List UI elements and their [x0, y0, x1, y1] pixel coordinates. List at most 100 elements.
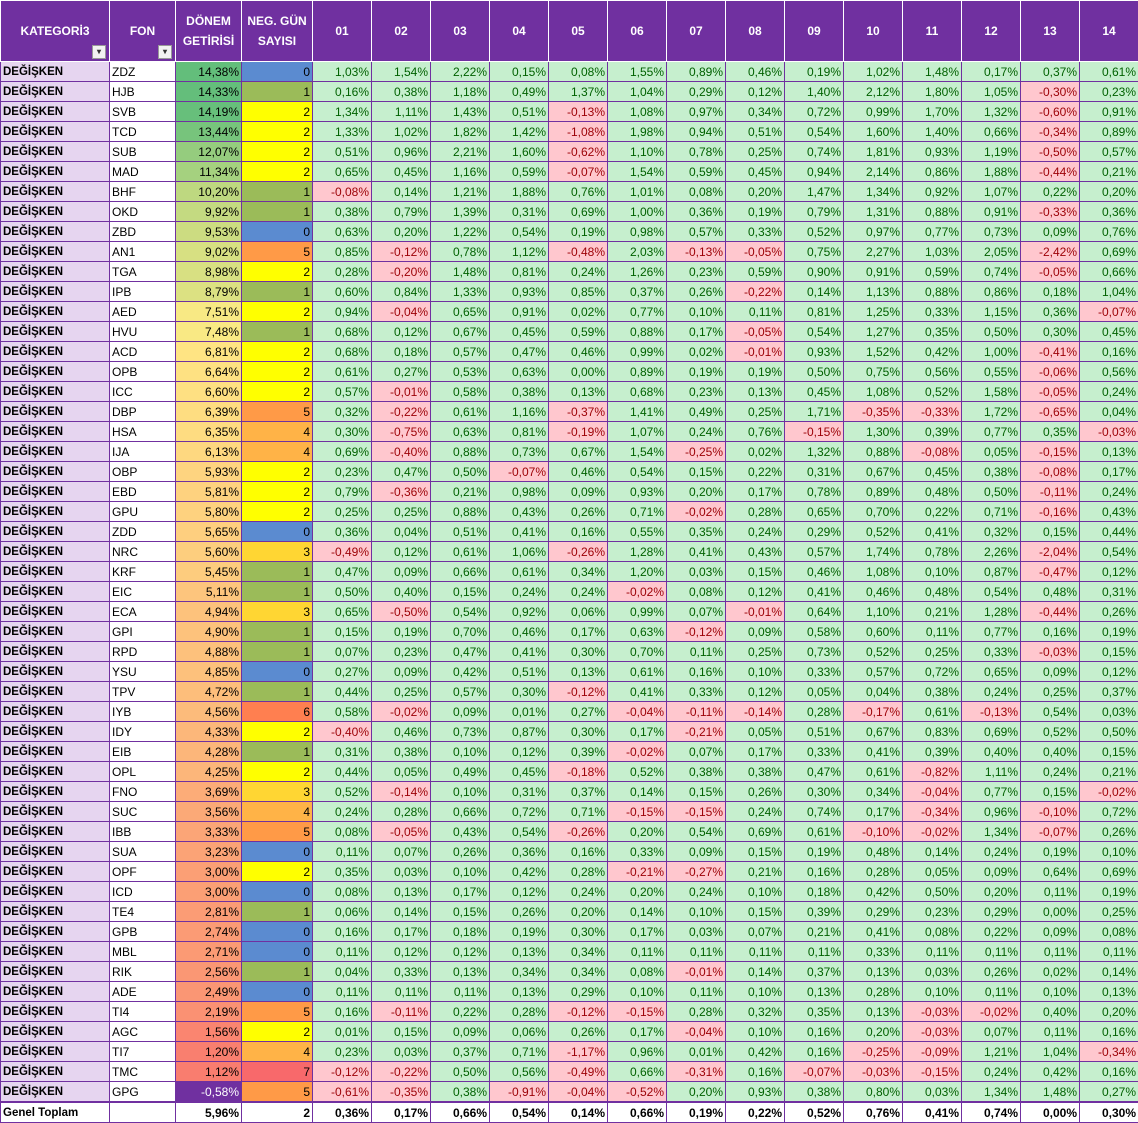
- daily-return-cell: 1,40%: [785, 82, 844, 102]
- daily-return-cell: 0,10%: [431, 742, 490, 762]
- category-cell: DEĞİŞKEN: [1, 182, 110, 202]
- daily-return-cell: -0,07%: [490, 462, 549, 482]
- daily-return-cell: 0,59%: [549, 322, 608, 342]
- daily-return-cell: 0,67%: [844, 722, 903, 742]
- daily-return-cell: 0,17%: [549, 622, 608, 642]
- category-cell: DEĞİŞKEN: [1, 1082, 110, 1103]
- daily-return-cell: 1,40%: [903, 122, 962, 142]
- table-row: DEĞİŞKENSVB14,19%21,34%1,11%1,43%0,51%-0…: [1, 102, 1138, 122]
- period-return-cell: 4,56%: [176, 702, 242, 722]
- daily-return-cell: 0,30%: [313, 422, 372, 442]
- category-cell: DEĞİŞKEN: [1, 802, 110, 822]
- daily-return-cell: 0,35%: [313, 862, 372, 882]
- daily-return-cell: 0,68%: [313, 322, 372, 342]
- daily-return-cell: -0,13%: [962, 702, 1021, 722]
- daily-return-cell: 0,77%: [962, 422, 1021, 442]
- daily-return-cell: 0,72%: [1080, 802, 1138, 822]
- daily-return-cell: 0,48%: [1021, 582, 1080, 602]
- table-row: DEĞİŞKENSUB12,07%20,51%0,96%2,21%1,60%-0…: [1, 142, 1138, 162]
- table-row: DEĞİŞKENMAD11,34%20,65%0,45%1,16%0,59%-0…: [1, 162, 1138, 182]
- daily-return-cell: 1,47%: [785, 182, 844, 202]
- daily-return-cell: 0,07%: [667, 602, 726, 622]
- daily-return-cell: 0,38%: [903, 682, 962, 702]
- total-daily-return: 0,41%: [903, 1102, 962, 1123]
- daily-return-cell: 0,47%: [313, 562, 372, 582]
- daily-return-cell: 0,11%: [313, 842, 372, 862]
- daily-return-cell: 0,41%: [490, 642, 549, 662]
- daily-return-cell: 0,91%: [844, 262, 903, 282]
- daily-return-cell: 0,38%: [372, 82, 431, 102]
- daily-return-cell: 0,33%: [785, 662, 844, 682]
- daily-return-cell: -0,05%: [726, 322, 785, 342]
- daily-return-cell: 0,12%: [372, 942, 431, 962]
- category-cell: DEĞİŞKEN: [1, 622, 110, 642]
- negative-days-cell: 7: [242, 1062, 313, 1082]
- daily-return-cell: 0,19%: [667, 362, 726, 382]
- daily-return-cell: 0,15%: [490, 62, 549, 82]
- daily-return-cell: 0,33%: [903, 302, 962, 322]
- table-row: DEĞİŞKENFNO3,69%30,52%-0,14%0,10%0,31%0,…: [1, 782, 1138, 802]
- daily-return-cell: 0,43%: [726, 542, 785, 562]
- table-row: DEĞİŞKENTPV4,72%10,44%0,25%0,57%0,30%-0,…: [1, 682, 1138, 702]
- header-day-05: 05: [549, 1, 608, 62]
- daily-return-cell: -0,18%: [549, 762, 608, 782]
- daily-return-cell: 1,82%: [431, 122, 490, 142]
- period-return-cell: 5,65%: [176, 522, 242, 542]
- header-fon: FON▾: [110, 1, 176, 62]
- daily-return-cell: 0,57%: [785, 542, 844, 562]
- header-kategori-label: KATEGORİ3: [20, 24, 89, 38]
- filter-dropdown-icon[interactable]: ▾: [158, 45, 172, 59]
- table-row: DEĞİŞKENOPB6,64%20,61%0,27%0,53%0,63%0,0…: [1, 362, 1138, 382]
- daily-return-cell: -0,08%: [903, 442, 962, 462]
- negative-days-cell: 5: [242, 822, 313, 842]
- daily-return-cell: 0,66%: [962, 122, 1021, 142]
- table-body: DEĞİŞKENZDZ14,38%01,03%1,54%2,22%0,15%0,…: [1, 62, 1138, 1123]
- negative-days-cell: 5: [242, 402, 313, 422]
- daily-return-cell: 0,60%: [313, 282, 372, 302]
- daily-return-cell: -0,02%: [608, 582, 667, 602]
- daily-return-cell: 0,77%: [608, 302, 667, 322]
- negative-days-cell: 0: [242, 922, 313, 942]
- filter-dropdown-icon[interactable]: ▾: [92, 45, 106, 59]
- daily-return-cell: -0,07%: [785, 1062, 844, 1082]
- daily-return-cell: 0,57%: [667, 222, 726, 242]
- daily-return-cell: 0,54%: [490, 822, 549, 842]
- daily-return-cell: -0,41%: [1021, 342, 1080, 362]
- header-day-02: 02: [372, 1, 431, 62]
- daily-return-cell: 0,89%: [1080, 122, 1138, 142]
- daily-return-cell: 0,28%: [785, 702, 844, 722]
- fund-code-cell: AN1: [110, 242, 176, 262]
- daily-return-cell: 0,45%: [726, 162, 785, 182]
- daily-return-cell: 0,15%: [667, 462, 726, 482]
- table-row: DEĞİŞKENMBL2,71%00,11%0,12%0,12%0,13%0,3…: [1, 942, 1138, 962]
- negative-days-cell: 2: [242, 342, 313, 362]
- total-daily-return: 0,30%: [1080, 1102, 1138, 1123]
- category-cell: DEĞİŞKEN: [1, 1002, 110, 1022]
- period-return-cell: 3,69%: [176, 782, 242, 802]
- daily-return-cell: 0,27%: [549, 702, 608, 722]
- daily-return-cell: 0,73%: [490, 442, 549, 462]
- daily-return-cell: 0,17%: [608, 722, 667, 742]
- fund-code-cell: GPU: [110, 502, 176, 522]
- fund-code-cell: TE4: [110, 902, 176, 922]
- daily-return-cell: 1,41%: [608, 402, 667, 422]
- daily-return-cell: 0,92%: [903, 182, 962, 202]
- daily-return-cell: 1,60%: [490, 142, 549, 162]
- daily-return-cell: 0,51%: [490, 662, 549, 682]
- fund-code-cell: ACD: [110, 342, 176, 362]
- daily-return-cell: 0,88%: [903, 202, 962, 222]
- table-row: DEĞİŞKENHVU7,48%10,68%0,12%0,67%0,45%0,5…: [1, 322, 1138, 342]
- daily-return-cell: 0,91%: [1080, 102, 1138, 122]
- daily-return-cell: 0,14%: [608, 902, 667, 922]
- daily-return-cell: 0,20%: [608, 882, 667, 902]
- daily-return-cell: 0,67%: [844, 462, 903, 482]
- table-row: DEĞİŞKENTE42,81%10,06%0,14%0,15%0,26%0,2…: [1, 902, 1138, 922]
- table-row: DEĞİŞKENEBD5,81%20,79%-0,36%0,21%0,98%0,…: [1, 482, 1138, 502]
- daily-return-cell: -0,13%: [667, 242, 726, 262]
- daily-return-cell: 0,17%: [962, 62, 1021, 82]
- daily-return-cell: 0,71%: [962, 502, 1021, 522]
- category-cell: DEĞİŞKEN: [1, 282, 110, 302]
- table-row: DEĞİŞKENICC6,60%20,57%-0,01%0,58%0,38%0,…: [1, 382, 1138, 402]
- daily-return-cell: 0,89%: [667, 62, 726, 82]
- table-row: DEĞİŞKENADE2,49%00,11%0,11%0,11%0,13%0,2…: [1, 982, 1138, 1002]
